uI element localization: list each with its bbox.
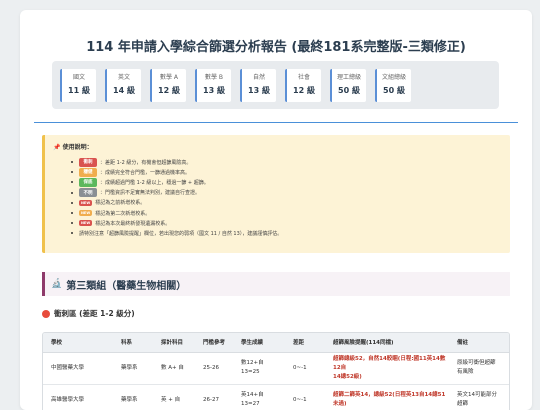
notice-item: 保底 ：成績超過門檻 1-2 級以上，穩過一篩 + 超篩。 [71,177,502,187]
notice-title: 📌 使用說明： [53,144,93,151]
tag-sprint: 衝刺 [79,157,97,167]
tag-steady: 穩健 [79,167,97,177]
col-threshold: 門檻參考 [195,333,233,353]
stat-social: 社會 12 級 [285,68,321,102]
tag-safe: 保底 [79,177,97,187]
notice-item: NEW 標記為之前新增校系。 [71,198,502,208]
notice-item: 不明 ：門檻資訊不足實無法判別，建議自行查證。 [71,188,502,198]
stat-science: 自然 13 級 [240,68,276,102]
stat-math-b: 數學 B 13 級 [195,68,231,102]
section-header: 🔬 第三類組（醫藥生物相關） [42,272,510,296]
col-note: 備註 [449,333,509,353]
tag-new-1: NEW [79,199,93,206]
results-table: 學校 科系 採計科目 門檻參考 學生成績 差距 超篩風險提醒(114同檔) 備註… [42,332,510,410]
subsection-header: 衝刺區 (差距 1-2 級分) [42,308,135,319]
stat-english: 英文 14 級 [105,68,141,102]
col-dept: 科系 [113,333,153,353]
col-school: 學校 [43,333,113,353]
table-header-row: 學校 科系 採計科目 門檻參考 學生成績 差距 超篩風險提醒(114同檔) 備註 [43,333,509,353]
tag-unknown: 不明 [79,188,97,198]
notice-item: NEW 標記為本次最終新發現遺漏校系。 [71,218,502,228]
stat-math-a: 數學 A 12 級 [150,68,186,102]
notice-item: NEW 標記為第二次新增校系。 [71,208,502,218]
col-score: 學生成績 [233,333,285,353]
page-title: 114 年申請入學綜合篩選分析報告 (最終181系完整版-三類修正) [86,40,466,55]
col-gap: 差距 [285,333,325,353]
score-summary: 國文 11 級 英文 14 級 數學 A 12 級 數學 B 13 級 自然 13 級 社… [52,61,499,109]
tag-new-3: NEW [79,220,93,227]
report-card: 114 年申請入學綜合篩選分析報告 (最終181系完整版-三類修正) 國文 11 … [20,10,532,410]
pin-icon: 📌 [53,144,61,151]
table-row: 中國醫藥大學 藥學系 數 A+ 自 25-26 數12+自 13=25 0~-1 … [43,352,509,385]
table-row: 高雄醫學大學 藥學系 英 + 自 26-27 英14+自 13=27 0~-1 超… [43,384,509,410]
notice-item: 請特別注意「超篩風險提醒」欄位，若出現您的弱項（國文 11 / 自然 13），建… [71,228,502,238]
divider [34,122,518,123]
stat-arts-total: 文組總級 50 級 [375,68,411,102]
red-circle-icon [42,309,50,318]
tag-new-2: NEW [79,210,93,217]
notice-item: 穩健 ：成績完全符合門檻，一篩通過機率高。 [71,167,502,177]
stat-science-total: 理工總級 50 級 [330,68,366,102]
microscope-icon: 🔬 [51,279,63,289]
notice-item: 衝刺 ：差距 1-2 級分，有機會但超篩風險高。 [71,157,502,167]
stat-chinese: 國文 11 級 [60,68,96,102]
col-risk: 超篩風險提醒(114同檔) [325,333,449,353]
usage-notice: 📌 使用說明： 衝刺 ：差距 1-2 級分，有機會但超篩風險高。 穩健 ：成績完全符… [42,135,510,253]
col-subjects: 採計科目 [153,333,195,353]
